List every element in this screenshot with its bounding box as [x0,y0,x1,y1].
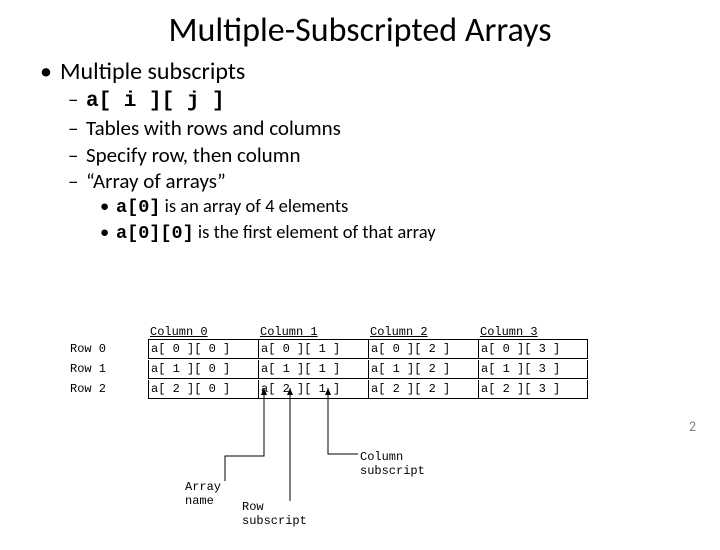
col-header-1: Column 1 [258,325,368,339]
cell: a[ 1 ][ 1 ] [258,360,368,378]
array-diagram: Column 0 Column 1 Column 2 Column 3 Row … [70,325,588,399]
bullet-sub-code: a[ i ][ j ] [68,86,720,115]
code-syntax: a[ i ][ j ] [86,90,225,113]
cell: a[ 1 ][ 0 ] [148,360,258,378]
label-array-name: Array name [185,480,221,508]
col-header-0: Column 0 [148,325,258,339]
cell: a[ 0 ][ 3 ] [478,340,588,358]
bullet-sub-arrayofarrays: “Array of arrays” [68,168,720,194]
col-header-2: Column 2 [368,325,478,339]
cell: a[ 0 ][ 1 ] [258,340,368,358]
text-a0: is an array of 4 elements [160,194,348,217]
cell: a[ 1 ][ 3 ] [478,360,588,378]
cell: a[ 2 ][ 1 ] [258,380,368,398]
cell: a[ 2 ][ 2 ] [368,380,478,398]
cell: a[ 0 ][ 0 ] [148,340,258,358]
bullet-subsub-1: a[0] is an array of 4 elements [100,194,720,220]
bullet-subsub-2: a[0][0] is the first element of that arr… [100,220,720,246]
column-headers: Column 0 Column 1 Column 2 Column 3 [148,325,588,339]
page-number: 2 [689,418,696,435]
bullet-main: Multiple subscripts [40,57,720,86]
content-area: Multiple subscripts a[ i ][ j ] Tables w… [0,51,720,246]
code-a0: a[0] [116,197,160,218]
col-header-3: Column 3 [478,325,588,339]
label-row-subscript: Row subscript [242,500,307,528]
table-row: Row 1 a[ 1 ][ 0 ] a[ 1 ][ 1 ] a[ 1 ][ 2 … [70,359,588,379]
cell: a[ 2 ][ 3 ] [478,380,588,398]
bullet-sub-specify: Specify row, then column [68,142,720,168]
row-label-1: Row 1 [70,362,148,376]
cell: a[ 1 ][ 2 ] [368,360,478,378]
bullet-sub-tables: Tables with rows and columns [68,115,720,141]
table-row: Row 2 a[ 2 ][ 0 ] a[ 2 ][ 1 ] a[ 2 ][ 2 … [70,379,588,399]
table-row: Row 0 a[ 0 ][ 0 ] a[ 0 ][ 1 ] a[ 0 ][ 2 … [70,339,588,359]
label-column-subscript: Column subscript [360,450,425,478]
cell: a[ 0 ][ 2 ] [368,340,478,358]
code-a00: a[0][0] [116,223,194,244]
page-title: Multiple-Subscripted Arrays [0,10,720,51]
cell: a[ 2 ][ 0 ] [148,380,258,398]
text-a00: is the first element of that array [194,220,436,243]
row-label-0: Row 0 [70,342,148,356]
row-label-2: Row 2 [70,382,148,396]
